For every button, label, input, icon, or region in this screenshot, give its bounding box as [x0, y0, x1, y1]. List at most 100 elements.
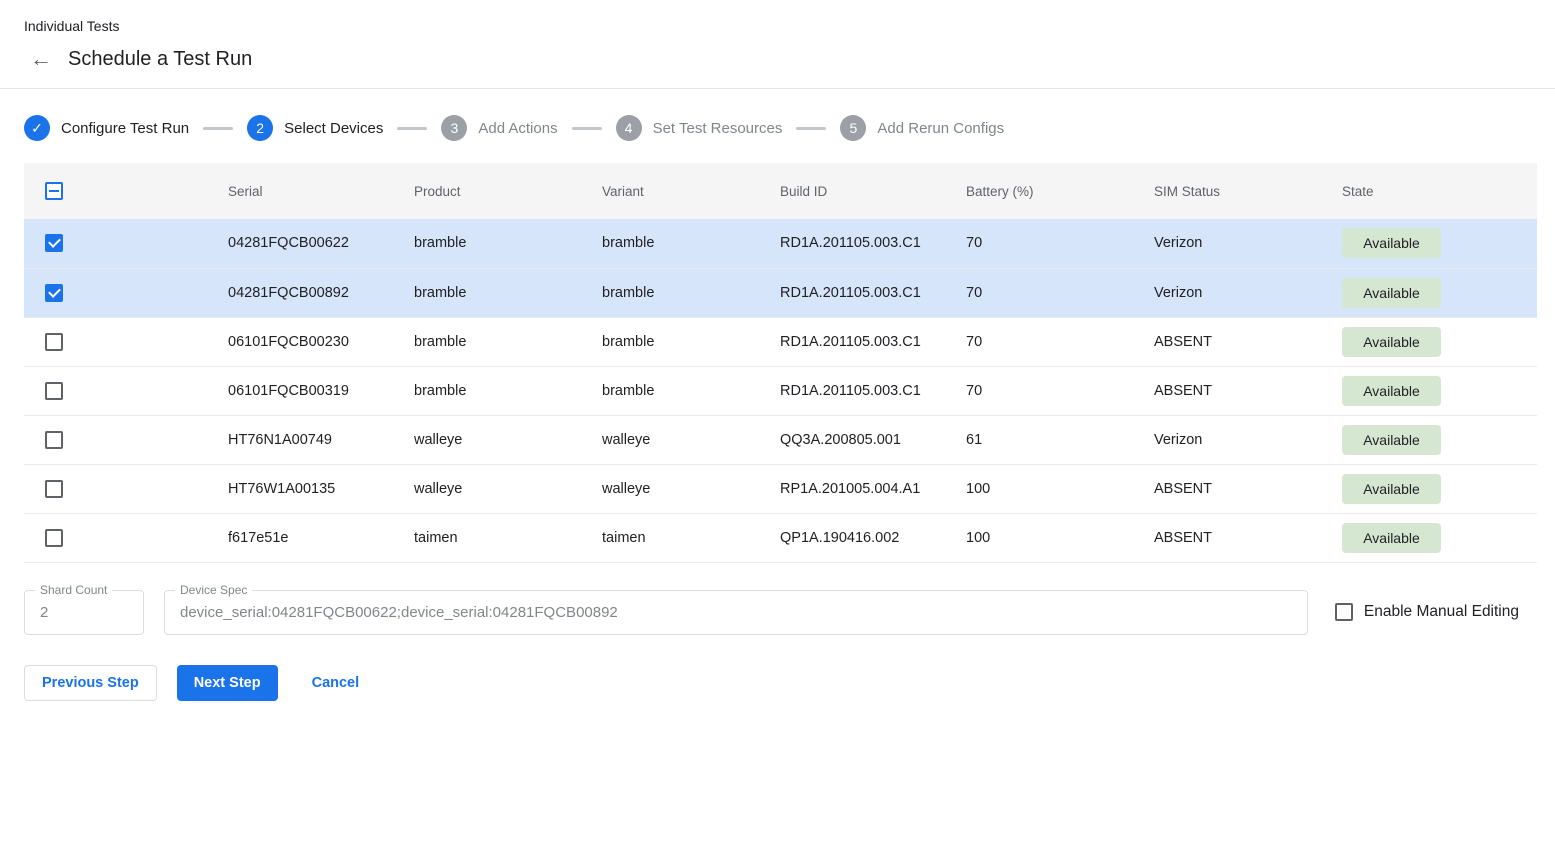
- cell-variant: walleye: [602, 464, 780, 513]
- table-header-row: Serial Product Variant Build ID Battery …: [24, 163, 1537, 219]
- state-badge: Available: [1342, 278, 1441, 308]
- step-set-test-resources[interactable]: 4 Set Test Resources: [616, 115, 783, 141]
- state-badge: Available: [1342, 523, 1441, 553]
- enable-manual-editing-label: Enable Manual Editing: [1364, 603, 1519, 621]
- step-number-circle: 2: [247, 115, 273, 141]
- table-row[interactable]: 04281FQCB00622 bramble bramble RD1A.2011…: [24, 219, 1537, 268]
- cell-sim-status: ABSENT: [1154, 513, 1342, 562]
- breadcrumb: Individual Tests: [24, 16, 1555, 36]
- table-row[interactable]: f617e51e taimen taimen QP1A.190416.002 1…: [24, 513, 1537, 562]
- cell-build-id: QQ3A.200805.001: [780, 415, 966, 464]
- column-header-sim: SIM Status: [1154, 163, 1342, 219]
- step-connector: [203, 127, 233, 130]
- cell-serial: HT76W1A00135: [228, 464, 414, 513]
- next-step-button[interactable]: Next Step: [177, 665, 278, 701]
- select-all-checkbox[interactable]: [45, 182, 63, 200]
- title-row: ← Schedule a Test Run: [24, 36, 1555, 88]
- state-badge: Available: [1342, 376, 1441, 406]
- cell-product: bramble: [414, 219, 602, 268]
- row-checkbox[interactable]: [45, 480, 63, 498]
- table-row[interactable]: HT76W1A00135 walleye walleye RP1A.201005…: [24, 464, 1537, 513]
- cell-serial: 06101FQCB00319: [228, 366, 414, 415]
- cell-battery: 70: [966, 317, 1154, 366]
- cell-product: taimen: [414, 513, 602, 562]
- cell-build-id: RD1A.201105.003.C1: [780, 219, 966, 268]
- back-button[interactable]: ←: [28, 46, 54, 72]
- page-title: Schedule a Test Run: [68, 48, 252, 71]
- cell-build-id: RP1A.201005.004.A1: [780, 464, 966, 513]
- enable-manual-editing-toggle[interactable]: Enable Manual Editing: [1335, 603, 1531, 621]
- step-number-circle: 3: [441, 115, 467, 141]
- row-checkbox[interactable]: [45, 234, 63, 252]
- device-table: Serial Product Variant Build ID Battery …: [24, 163, 1537, 563]
- cell-battery: 70: [966, 219, 1154, 268]
- cell-battery: 61: [966, 415, 1154, 464]
- column-header-serial: Serial: [228, 163, 414, 219]
- table-row[interactable]: 06101FQCB00319 bramble bramble RD1A.2011…: [24, 366, 1537, 415]
- cell-battery: 70: [966, 366, 1154, 415]
- cell-build-id: QP1A.190416.002: [780, 513, 966, 562]
- cell-product: bramble: [414, 317, 602, 366]
- step-select-devices[interactable]: 2 Select Devices: [247, 115, 383, 141]
- step-configure-test-run[interactable]: ✓ Configure Test Run: [24, 115, 189, 141]
- step-label: Select Devices: [284, 120, 383, 137]
- row-checkbox[interactable]: [45, 284, 63, 302]
- shard-count-field[interactable]: Shard Count 2: [24, 590, 144, 635]
- device-table-body: 04281FQCB00622 bramble bramble RD1A.2011…: [24, 219, 1537, 562]
- cell-serial: f617e51e: [228, 513, 414, 562]
- cell-variant: walleye: [602, 415, 780, 464]
- cell-battery: 100: [966, 464, 1154, 513]
- stepper: ✓ Configure Test Run 2 Select Devices 3 …: [0, 89, 1555, 159]
- column-header-state: State: [1342, 163, 1537, 219]
- table-row[interactable]: 06101FQCB00230 bramble bramble RD1A.2011…: [24, 317, 1537, 366]
- state-badge: Available: [1342, 425, 1441, 455]
- device-spec-field[interactable]: Device Spec device_serial:04281FQCB00622…: [164, 590, 1308, 635]
- cell-sim-status: ABSENT: [1154, 366, 1342, 415]
- cell-build-id: RD1A.201105.003.C1: [780, 317, 966, 366]
- arrow-back-icon: ←: [30, 46, 52, 72]
- cell-build-id: RD1A.201105.003.C1: [780, 366, 966, 415]
- cell-sim-status: ABSENT: [1154, 464, 1342, 513]
- enable-manual-editing-checkbox[interactable]: [1335, 603, 1353, 621]
- step-label: Configure Test Run: [61, 120, 189, 137]
- step-connector: [796, 127, 826, 130]
- cancel-button[interactable]: Cancel: [298, 665, 374, 701]
- step-label: Add Rerun Configs: [877, 120, 1004, 137]
- previous-step-button[interactable]: Previous Step: [24, 665, 157, 701]
- actions-bar: Previous Step Next Step Cancel: [24, 665, 1531, 701]
- cell-product: walleye: [414, 464, 602, 513]
- column-header-build-id: Build ID: [780, 163, 966, 219]
- shard-count-value: 2: [25, 591, 143, 634]
- cell-sim-status: Verizon: [1154, 268, 1342, 317]
- column-header-product: Product: [414, 163, 602, 219]
- cell-serial: 06101FQCB00230: [228, 317, 414, 366]
- row-checkbox[interactable]: [45, 382, 63, 400]
- cell-variant: bramble: [602, 366, 780, 415]
- device-spec-value: device_serial:04281FQCB00622;device_seri…: [165, 591, 1307, 634]
- cell-serial: 04281FQCB00892: [228, 268, 414, 317]
- step-add-rerun-configs[interactable]: 5 Add Rerun Configs: [840, 115, 1004, 141]
- step-number-circle: 5: [840, 115, 866, 141]
- cell-variant: bramble: [602, 317, 780, 366]
- state-badge: Available: [1342, 228, 1441, 258]
- row-checkbox[interactable]: [45, 431, 63, 449]
- cell-build-id: RD1A.201105.003.C1: [780, 268, 966, 317]
- device-spec-label: Device Spec: [175, 583, 252, 597]
- step-label: Add Actions: [478, 120, 557, 137]
- step-add-actions[interactable]: 3 Add Actions: [441, 115, 557, 141]
- cell-serial: HT76N1A00749: [228, 415, 414, 464]
- cell-product: bramble: [414, 268, 602, 317]
- shard-count-label: Shard Count: [35, 583, 112, 597]
- cell-variant: bramble: [602, 219, 780, 268]
- cell-battery: 100: [966, 513, 1154, 562]
- step-number-circle: 4: [616, 115, 642, 141]
- table-row[interactable]: HT76N1A00749 walleye walleye QQ3A.200805…: [24, 415, 1537, 464]
- cell-battery: 70: [966, 268, 1154, 317]
- column-header-variant: Variant: [602, 163, 780, 219]
- row-checkbox[interactable]: [45, 529, 63, 547]
- table-row[interactable]: 04281FQCB00892 bramble bramble RD1A.2011…: [24, 268, 1537, 317]
- check-icon: ✓: [31, 121, 43, 135]
- row-checkbox[interactable]: [45, 333, 63, 351]
- cell-serial: 04281FQCB00622: [228, 219, 414, 268]
- cell-product: walleye: [414, 415, 602, 464]
